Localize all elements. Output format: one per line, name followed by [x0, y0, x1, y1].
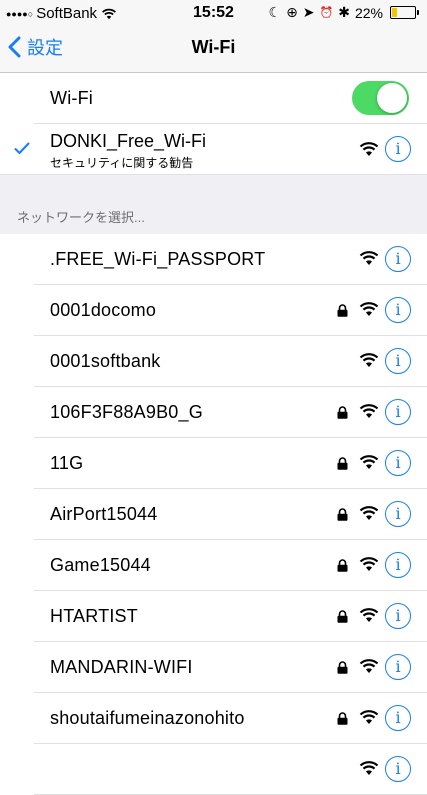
network-name: 11G: [50, 453, 84, 473]
battery-percent: 22%: [354, 4, 383, 21]
lock-icon: [337, 457, 348, 470]
connected-network-row[interactable]: DONKI_Free_Wi-Fi セキュリティに関する勧告 i: [0, 124, 427, 175]
network-row[interactable]: shoutaifumeinazonohito i: [0, 693, 427, 744]
info-button[interactable]: i: [385, 654, 411, 680]
network-name: HTARTIST: [50, 606, 138, 626]
network-row[interactable]: .FREE_Wi-Fi_PASSPORT i: [0, 234, 427, 285]
info-button[interactable]: i: [385, 705, 411, 731]
battery-icon: [388, 6, 419, 19]
location-icon: ➤: [302, 4, 315, 20]
info-button[interactable]: i: [385, 501, 411, 527]
wifi-signal-icon: [359, 710, 379, 724]
lock-icon: [337, 304, 348, 317]
info-button[interactable]: i: [385, 450, 411, 476]
lock-icon: [337, 610, 348, 623]
do-not-disturb-icon: ☾: [268, 4, 282, 20]
wifi-toggle-switch[interactable]: [352, 81, 409, 115]
info-button[interactable]: i: [385, 399, 411, 425]
wifi-toggle-section: Wi-Fi DONKI_Free_Wi-Fi セキュリティに関する勧告 i: [0, 73, 427, 175]
lock-icon: [337, 406, 348, 419]
lock-icon: [337, 559, 348, 572]
alarm-icon: ⏰: [319, 7, 334, 19]
status-bar: ●●●●○ SoftBank 15:52 ☾ ⊕ ➤ ⏰ ✱ 22%: [0, 0, 427, 26]
wifi-signal-icon: [359, 659, 379, 673]
wifi-toggle-row: Wi-Fi: [0, 73, 427, 124]
info-button[interactable]: i: [385, 297, 411, 323]
wifi-signal-icon: [359, 142, 379, 156]
network-name: Game15044: [50, 555, 151, 575]
info-button[interactable]: i: [385, 246, 411, 272]
security-warning: セキュリティに関する勧告: [50, 156, 194, 170]
network-name: 0001docomo: [50, 300, 157, 320]
network-row[interactable]: 106F3F88A9B0_G i: [0, 387, 427, 438]
connected-network-name: DONKI_Free_Wi-Fi: [50, 131, 207, 151]
wifi-signal-icon: [359, 455, 379, 469]
network-list: .FREE_Wi-Fi_PASSPORT i 0001docomo i 0001soft…: [0, 234, 427, 795]
info-button[interactable]: i: [385, 552, 411, 578]
battery-nub: [417, 10, 419, 15]
lock-icon: [337, 508, 348, 521]
wifi-signal-icon: [359, 353, 379, 367]
network-row[interactable]: AirPort15044 i: [0, 489, 427, 540]
wifi-signal-icon: [359, 404, 379, 418]
rotation-lock-icon: ⊕: [286, 4, 298, 20]
network-row[interactable]: i: [0, 744, 427, 795]
wifi-signal-icon: [359, 761, 379, 775]
wifi-signal-icon: [359, 302, 379, 316]
battery-fill: [392, 8, 397, 17]
info-button[interactable]: i: [385, 136, 411, 162]
divider: [0, 174, 427, 175]
network-name: .FREE_Wi-Fi_PASSPORT: [50, 249, 266, 269]
network-row[interactable]: 0001docomo i: [0, 285, 427, 336]
page-title: Wi-Fi: [191, 37, 236, 57]
network-name: 0001softbank: [50, 351, 161, 371]
network-name: MANDARIN-WIFI: [50, 657, 193, 677]
lock-icon: [337, 712, 348, 725]
status-right: ☾ ⊕ ➤ ⏰ ✱ 22%: [268, 4, 419, 21]
wifi-signal-icon: [359, 608, 379, 622]
network-name: shoutaifumeinazonohito: [50, 708, 245, 728]
wifi-signal-icon: [359, 506, 379, 520]
network-row[interactable]: HTARTIST i: [0, 591, 427, 642]
bluetooth-icon: ✱: [338, 4, 350, 20]
network-row[interactable]: Game15044 i: [0, 540, 427, 591]
lock-icon: [337, 661, 348, 674]
network-row[interactable]: 0001softbank i: [0, 336, 427, 387]
network-name: 106F3F88A9B0_G: [50, 402, 203, 422]
info-button[interactable]: i: [385, 603, 411, 629]
network-row[interactable]: 11G i: [0, 438, 427, 489]
navigation-bar: 設定 Wi-Fi: [0, 26, 427, 73]
checkmark-icon: [14, 142, 30, 154]
network-row[interactable]: MANDARIN-WIFI i: [0, 642, 427, 693]
wifi-toggle-label: Wi-Fi: [50, 88, 93, 108]
battery-body: [390, 6, 416, 19]
network-name: AirPort15044: [50, 504, 158, 524]
section-header: ネットワークを選択...: [17, 210, 145, 225]
wifi-signal-icon: [359, 557, 379, 571]
wifi-signal-icon: [359, 251, 379, 265]
info-button[interactable]: i: [385, 348, 411, 374]
toggle-knob: [377, 83, 407, 113]
